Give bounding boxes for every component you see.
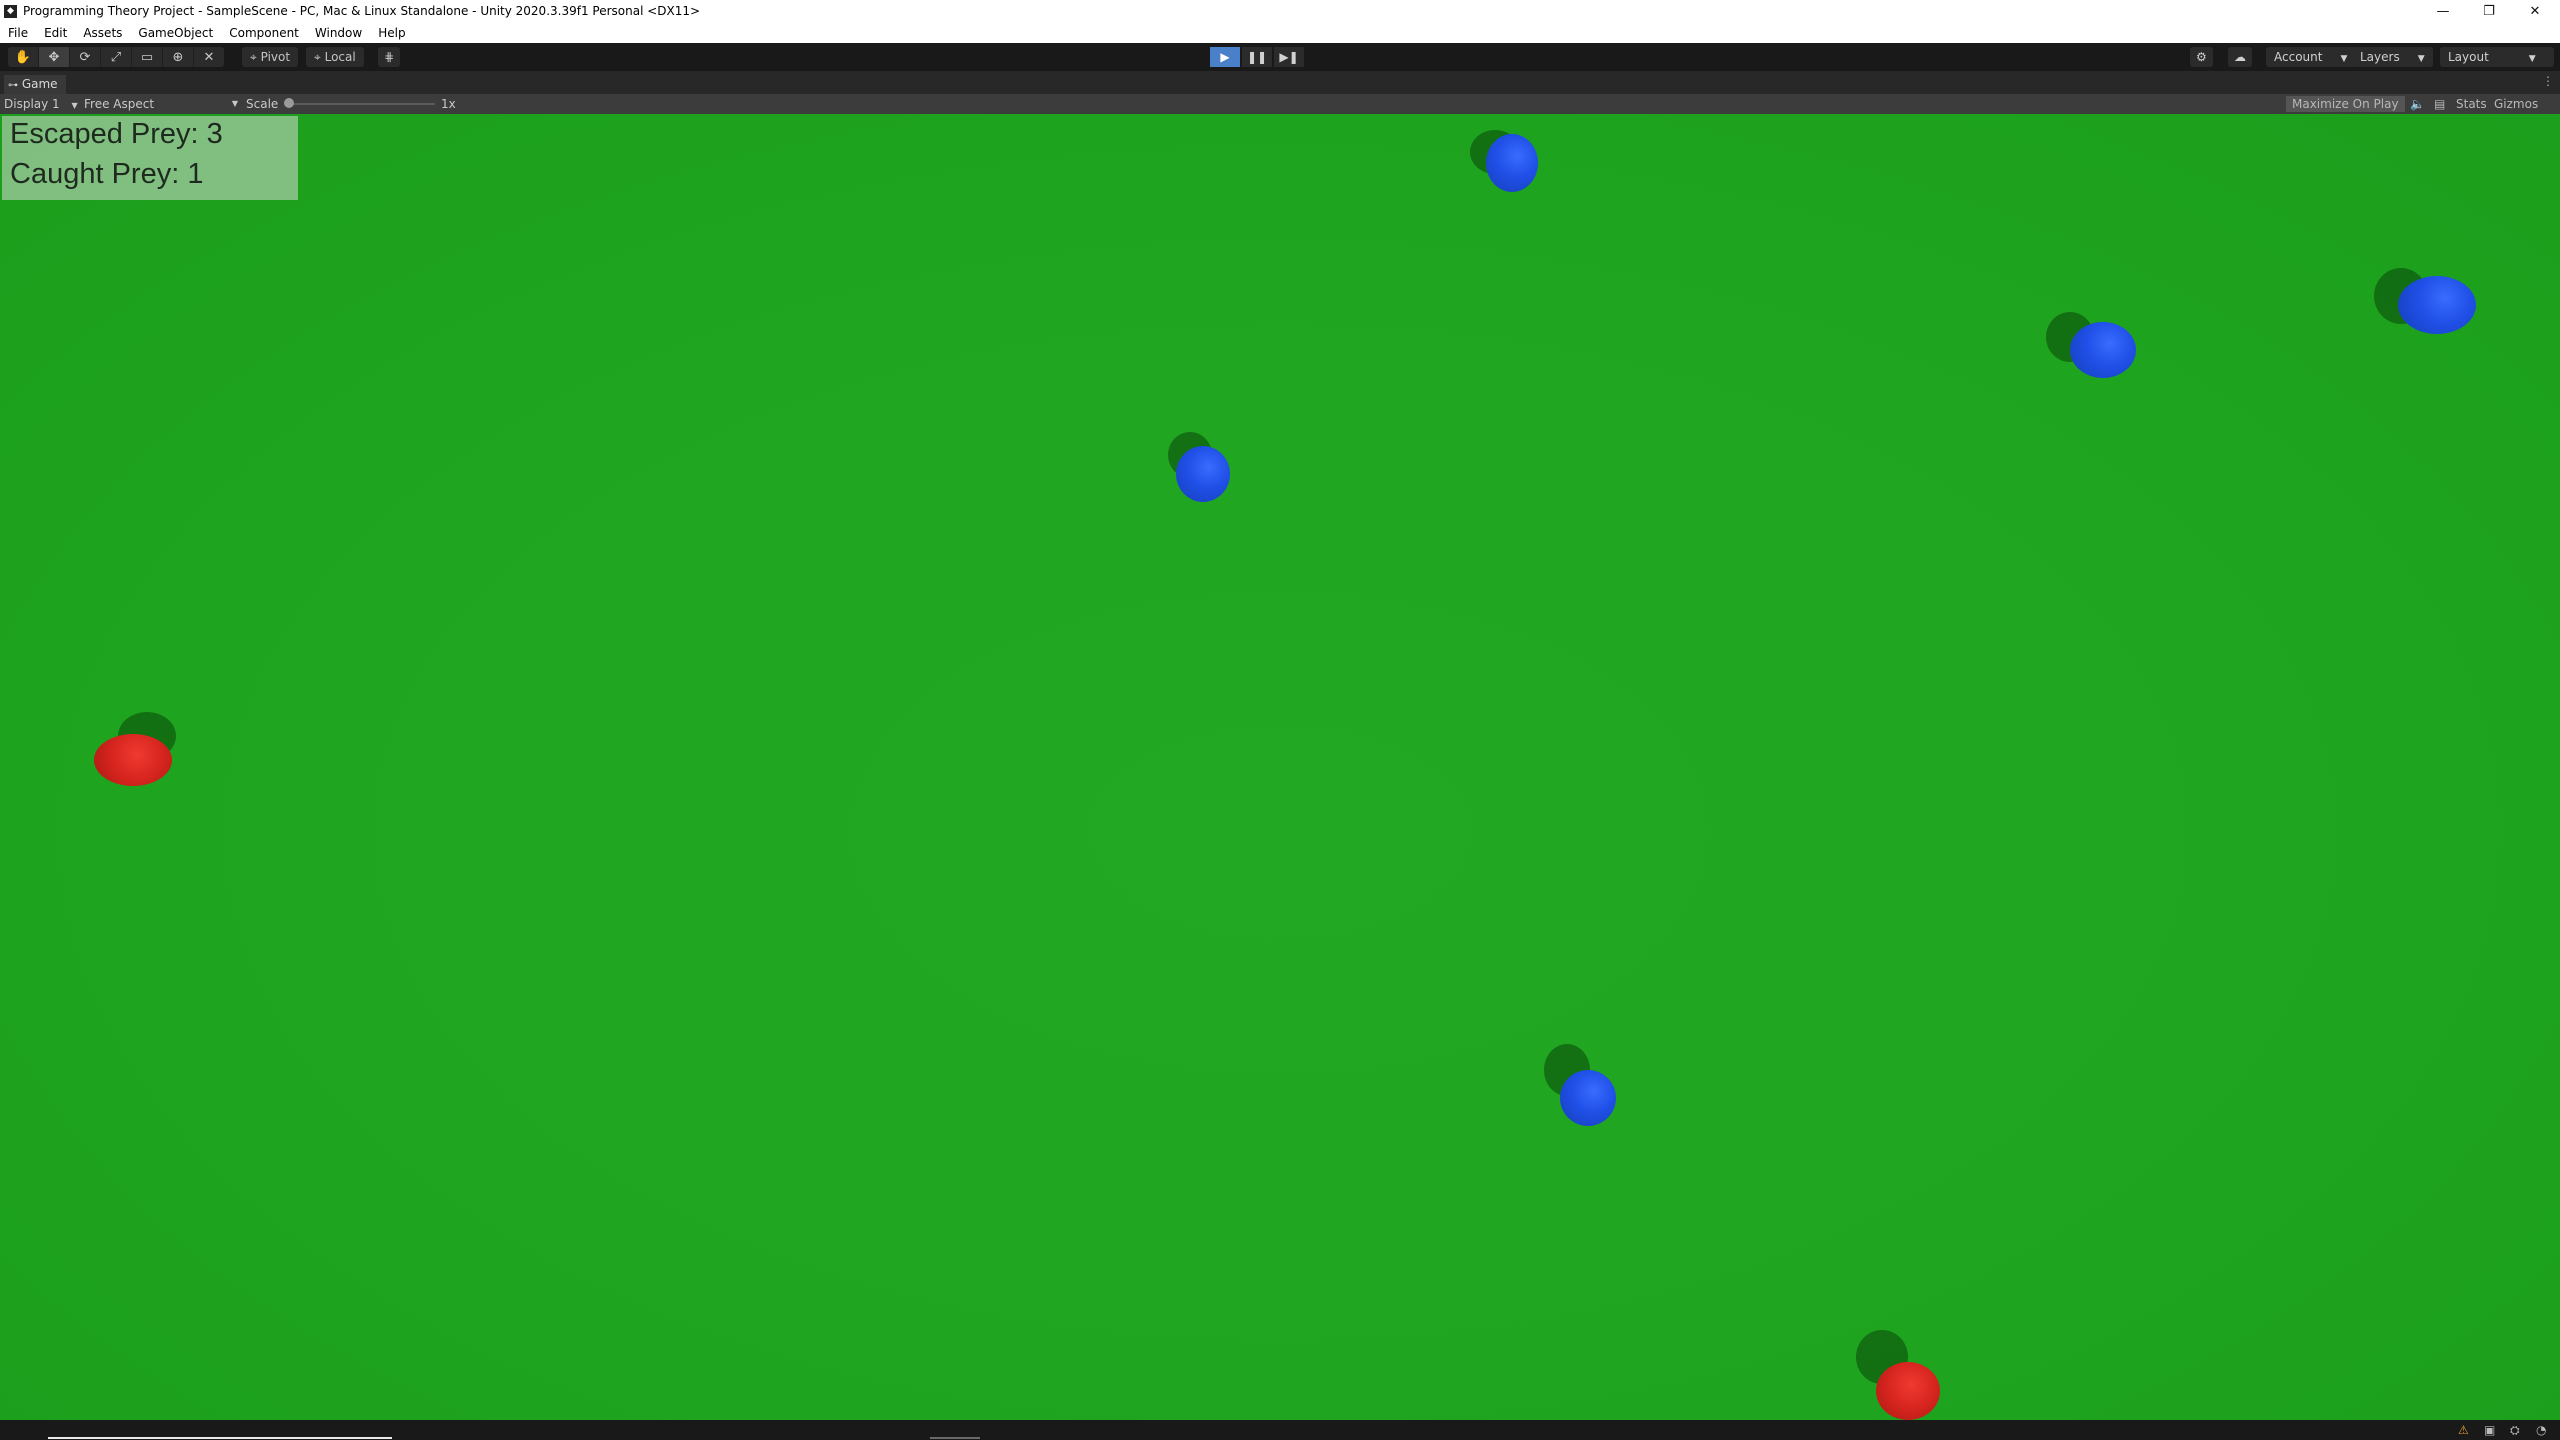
rect-tool-icon[interactable]: ▭ (132, 47, 163, 67)
local-label: Local (324, 50, 356, 64)
unity-editor-window: ◆ Programming Theory Project - SampleSce… (0, 0, 2560, 1440)
collab-icon[interactable]: ⚙ (2190, 47, 2213, 67)
local-toggle[interactable]: ⌖ Local (306, 47, 364, 67)
chevron-down-icon: ▼ (231, 99, 238, 108)
pivot-label: Pivot (260, 50, 291, 64)
scale-label: Scale (246, 97, 279, 111)
stats-toggle[interactable]: Stats (2450, 96, 2493, 112)
escaped-prey-counter: Escaped Prey: 3 (10, 118, 223, 150)
chevron-down-icon: ▼ (2340, 54, 2348, 64)
minimize-icon[interactable]: — (2420, 0, 2466, 22)
aspect-dropdown[interactable]: Free Aspect ▼ (84, 94, 238, 114)
menu-window[interactable]: Window (307, 26, 370, 40)
play-controls: ▶ ❚❚ ▶❚ (1210, 47, 1306, 67)
pivot-icon: ⌖ (250, 50, 257, 64)
account-label: Account (2274, 50, 2323, 64)
transform-tool-icon[interactable]: ⊕ (163, 47, 194, 67)
game-tab-bar: ⊶ Game ⋮ (0, 71, 2560, 94)
prey-ball (2070, 322, 2136, 378)
main-toolbar: ✋ ✥ ⟳ ⤢ ▭ ⊕ ✕ ⌖ Pivot ⌖ Local ⋕ ▶ ❚❚ ▶❚ … (0, 43, 2560, 71)
pause-icon[interactable]: ❚❚ (1242, 47, 1272, 67)
menu-file[interactable]: File (0, 26, 36, 40)
caught-prey-counter: Caught Prey: 1 (10, 158, 204, 190)
transform-tools: ✋ ✥ ⟳ ⤢ ▭ ⊕ ✕ (8, 47, 224, 67)
game-view-viewport[interactable]: Escaped Prey: 3 Caught Prey: 1 (0, 114, 2560, 1420)
restore-icon[interactable]: ❐ (2466, 0, 2512, 22)
status-bar: ⚠ ▣ ⛭ ◔ (0, 1420, 2560, 1440)
gizmos-label: Gizmos (2494, 97, 2539, 111)
menu-help[interactable]: Help (370, 26, 413, 40)
scale-value: 1x (441, 97, 456, 111)
tab-game-label: Game (21, 77, 58, 91)
status-divider (930, 1437, 980, 1439)
menu-assets[interactable]: Assets (75, 26, 130, 40)
custom-tool-icon[interactable]: ✕ (194, 47, 224, 67)
prey-ball (2398, 276, 2476, 334)
scale-slider-track[interactable] (290, 103, 435, 105)
progress-icon[interactable]: ◔ (2536, 1423, 2546, 1437)
progress-indicator (48, 1437, 392, 1439)
cloud-icon[interactable]: ☁ (2228, 47, 2252, 67)
scale-slider-handle[interactable] (284, 98, 294, 108)
move-tool-icon[interactable]: ✥ (39, 47, 70, 67)
local-icon: ⌖ (314, 50, 321, 64)
menu-bar: File Edit Assets GameObject Component Wi… (0, 22, 2560, 43)
score-panel: Escaped Prey: 3 Caught Prey: 1 (2, 116, 298, 200)
scale-tool-icon[interactable]: ⤢ (101, 47, 132, 67)
debug-icon[interactable]: ⛭ (2510, 1423, 2520, 1438)
title-bar: ◆ Programming Theory Project - SampleSce… (0, 0, 2560, 22)
unity-logo-icon: ◆ (4, 4, 17, 18)
gizmos-toggle[interactable]: Gizmos ▼ (2488, 96, 2560, 126)
step-icon[interactable]: ▶❚ (1274, 47, 1304, 67)
gamepad-icon: ⊶ (8, 80, 18, 91)
chevron-down-icon: ▼ (2528, 54, 2536, 64)
cache-icon[interactable]: ▣ (2484, 1423, 2495, 1437)
aspect-label: Free Aspect (84, 97, 155, 111)
prey-ball (1176, 446, 1230, 502)
layout-label: Layout (2448, 50, 2489, 64)
maximize-on-play-toggle[interactable]: Maximize On Play (2286, 96, 2405, 112)
predator-ball (94, 734, 172, 786)
grid-snap-icon[interactable]: ⋕ (378, 47, 401, 67)
menu-component[interactable]: Component (221, 26, 307, 40)
layers-dropdown[interactable]: Layers ▼ (2352, 47, 2433, 67)
window-title: Programming Theory Project - SampleScene… (23, 4, 701, 18)
layers-label: Layers (2360, 50, 2400, 64)
predator-ball (1876, 1362, 1940, 1420)
warning-icon[interactable]: ⚠ (2458, 1423, 2469, 1437)
chevron-down-icon: ▼ (2417, 54, 2425, 64)
keyboard-shortcuts-icon[interactable]: ▤ (2428, 96, 2451, 112)
pivot-toggle[interactable]: ⌖ Pivot (242, 47, 299, 67)
tab-game[interactable]: ⊶ Game (4, 75, 66, 94)
menu-edit[interactable]: Edit (36, 26, 75, 40)
more-options-icon[interactable]: ⋮ (2542, 74, 2554, 88)
hand-tool-icon[interactable]: ✋ (8, 47, 39, 67)
mute-audio-icon[interactable]: 🔈 (2404, 96, 2431, 112)
account-dropdown[interactable]: Account ▼ (2266, 47, 2356, 67)
display-label: Display 1 (4, 97, 60, 111)
prey-ball (1486, 134, 1538, 192)
layout-dropdown[interactable]: Layout ▼ (2440, 47, 2554, 67)
rotate-tool-icon[interactable]: ⟳ (70, 47, 101, 67)
display-dropdown[interactable]: Display 1 ▼ (4, 94, 78, 114)
menu-gameobject[interactable]: GameObject (130, 26, 221, 40)
play-icon[interactable]: ▶ (1210, 47, 1240, 67)
prey-ball (1560, 1070, 1616, 1126)
close-icon[interactable]: ✕ (2512, 0, 2558, 22)
game-view-controls: Display 1 ▼ Free Aspect ▼ Scale 1x Maxim… (0, 94, 2560, 126)
chevron-down-icon: ▼ (71, 101, 78, 110)
